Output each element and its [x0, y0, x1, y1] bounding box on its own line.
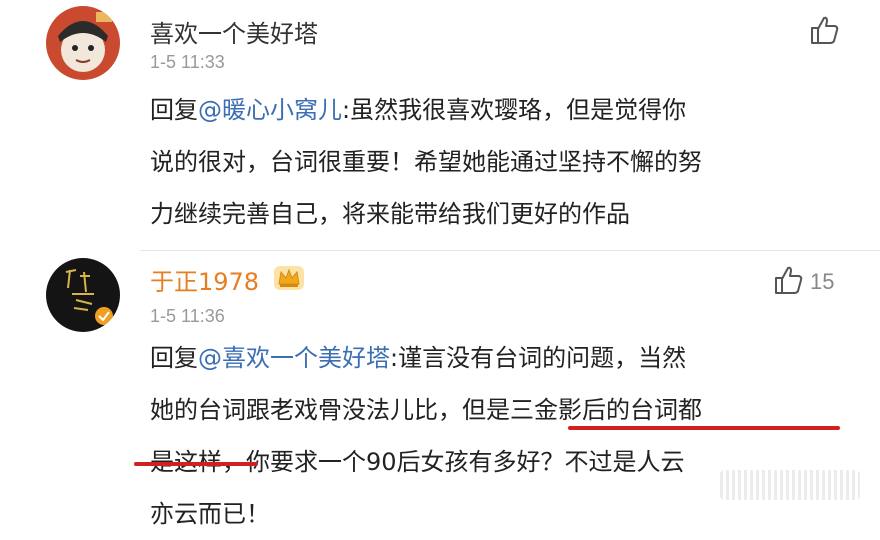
- reply-line: 亦云而已！: [150, 500, 270, 528]
- like-button[interactable]: 15: [772, 264, 834, 300]
- reply-label: 回复: [150, 344, 198, 372]
- like-count: 15: [810, 269, 835, 294]
- timestamp: 1-5 11:33: [150, 52, 225, 72]
- reply-line: :谨言没有台词的问题，当然: [390, 344, 687, 372]
- username[interactable]: 于正1978: [150, 262, 259, 297]
- mention-link[interactable]: @暖心小窝儿: [198, 96, 342, 124]
- crown-badge-icon: [272, 262, 306, 294]
- thumbs-up-icon: [808, 14, 840, 50]
- reply-line: 力继续完善自己，将来能带给我们更好的作品: [150, 200, 630, 228]
- reply-label: 回复: [150, 96, 198, 124]
- timestamp: 1-5 11:36: [150, 306, 225, 326]
- avatar[interactable]: [46, 258, 120, 332]
- reply-text: 回复@暖心小窝儿:虽然我很喜欢璎珞，但是觉得你 说的很对，台词很重要！希望她能通…: [150, 84, 702, 240]
- watermark: [720, 470, 860, 500]
- avatar[interactable]: [46, 6, 120, 80]
- reply-line: 她的台词跟老戏骨没法儿比，但是三金影后的台词都: [150, 396, 702, 424]
- username[interactable]: 喜欢一个美好塔: [150, 14, 318, 49]
- reply-line: :虽然我很喜欢璎珞，但是觉得你: [342, 96, 687, 124]
- comment-item: 喜欢一个美好塔 1-5 11:33 回复@暖心小窝儿:虽然我很喜欢璎珞，但是觉得…: [0, 0, 880, 250]
- reply-text: 回复@喜欢一个美好塔:谨言没有台词的问题，当然 她的台词跟老戏骨没法儿比，但是三…: [150, 332, 702, 540]
- like-button[interactable]: [808, 14, 846, 50]
- mention-link[interactable]: @喜欢一个美好塔: [198, 344, 390, 372]
- highlight-underline: [568, 426, 840, 430]
- reply-line: 说的很对，台词很重要！希望她能通过坚持不懈的努: [150, 148, 702, 176]
- highlight-underline: [134, 462, 258, 466]
- thumbs-up-icon: [772, 264, 804, 300]
